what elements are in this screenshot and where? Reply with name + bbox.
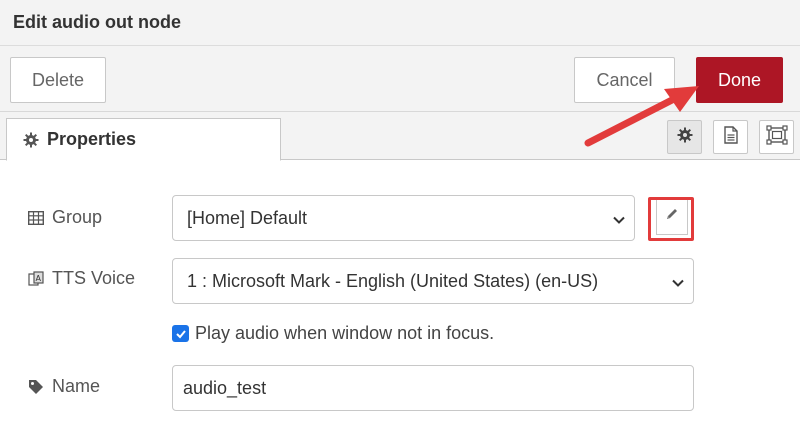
- delete-button[interactable]: Delete: [10, 57, 106, 103]
- tab-description[interactable]: [713, 120, 748, 154]
- gear-icon: [677, 127, 693, 148]
- tab-settings[interactable]: [667, 120, 702, 154]
- done-button[interactable]: Done: [696, 57, 783, 103]
- tts-icon: A: [28, 270, 44, 287]
- tab-properties[interactable]: Properties: [6, 118, 281, 161]
- tts-voice-value: 1 : Microsoft Mark - English (United Sta…: [187, 270, 599, 291]
- properties-panel: Group [Home] Default A TTS Voice 1 : Mic…: [0, 161, 800, 442]
- tab-appearance[interactable]: [759, 120, 794, 154]
- dialog-title: Edit audio out node: [13, 12, 181, 32]
- group-select-value: [Home] Default: [187, 207, 308, 228]
- tab-properties-label: Properties: [47, 129, 137, 149]
- dialog-toolbar: Delete Cancel Done: [0, 46, 800, 112]
- file-text-icon: [723, 125, 739, 149]
- check-icon: [175, 329, 186, 338]
- name-label: Name: [28, 376, 100, 397]
- tag-icon: [28, 379, 44, 395]
- annotation-highlight-box: [648, 197, 694, 241]
- frame-icon: [765, 124, 788, 150]
- tts-voice-select[interactable]: 1 : Microsoft Mark - English (United Sta…: [172, 258, 694, 304]
- table-icon: [28, 210, 44, 225]
- name-input[interactable]: [172, 365, 694, 411]
- tab-bar: Properties: [0, 112, 800, 161]
- chevron-down-icon: [671, 274, 685, 295]
- chevron-down-icon: [612, 211, 626, 232]
- tts-voice-label: A TTS Voice: [28, 268, 135, 289]
- svg-text:A: A: [36, 274, 42, 283]
- play-audio-checkbox[interactable]: [172, 325, 189, 342]
- group-label: Group: [28, 207, 102, 228]
- dialog-header: Edit audio out node: [0, 0, 800, 46]
- cancel-button[interactable]: Cancel: [574, 57, 675, 103]
- group-select[interactable]: [Home] Default: [172, 195, 635, 241]
- gear-icon: [23, 132, 39, 148]
- play-audio-option: Play audio when window not in focus.: [172, 323, 494, 344]
- play-audio-label: Play audio when window not in focus.: [195, 323, 495, 343]
